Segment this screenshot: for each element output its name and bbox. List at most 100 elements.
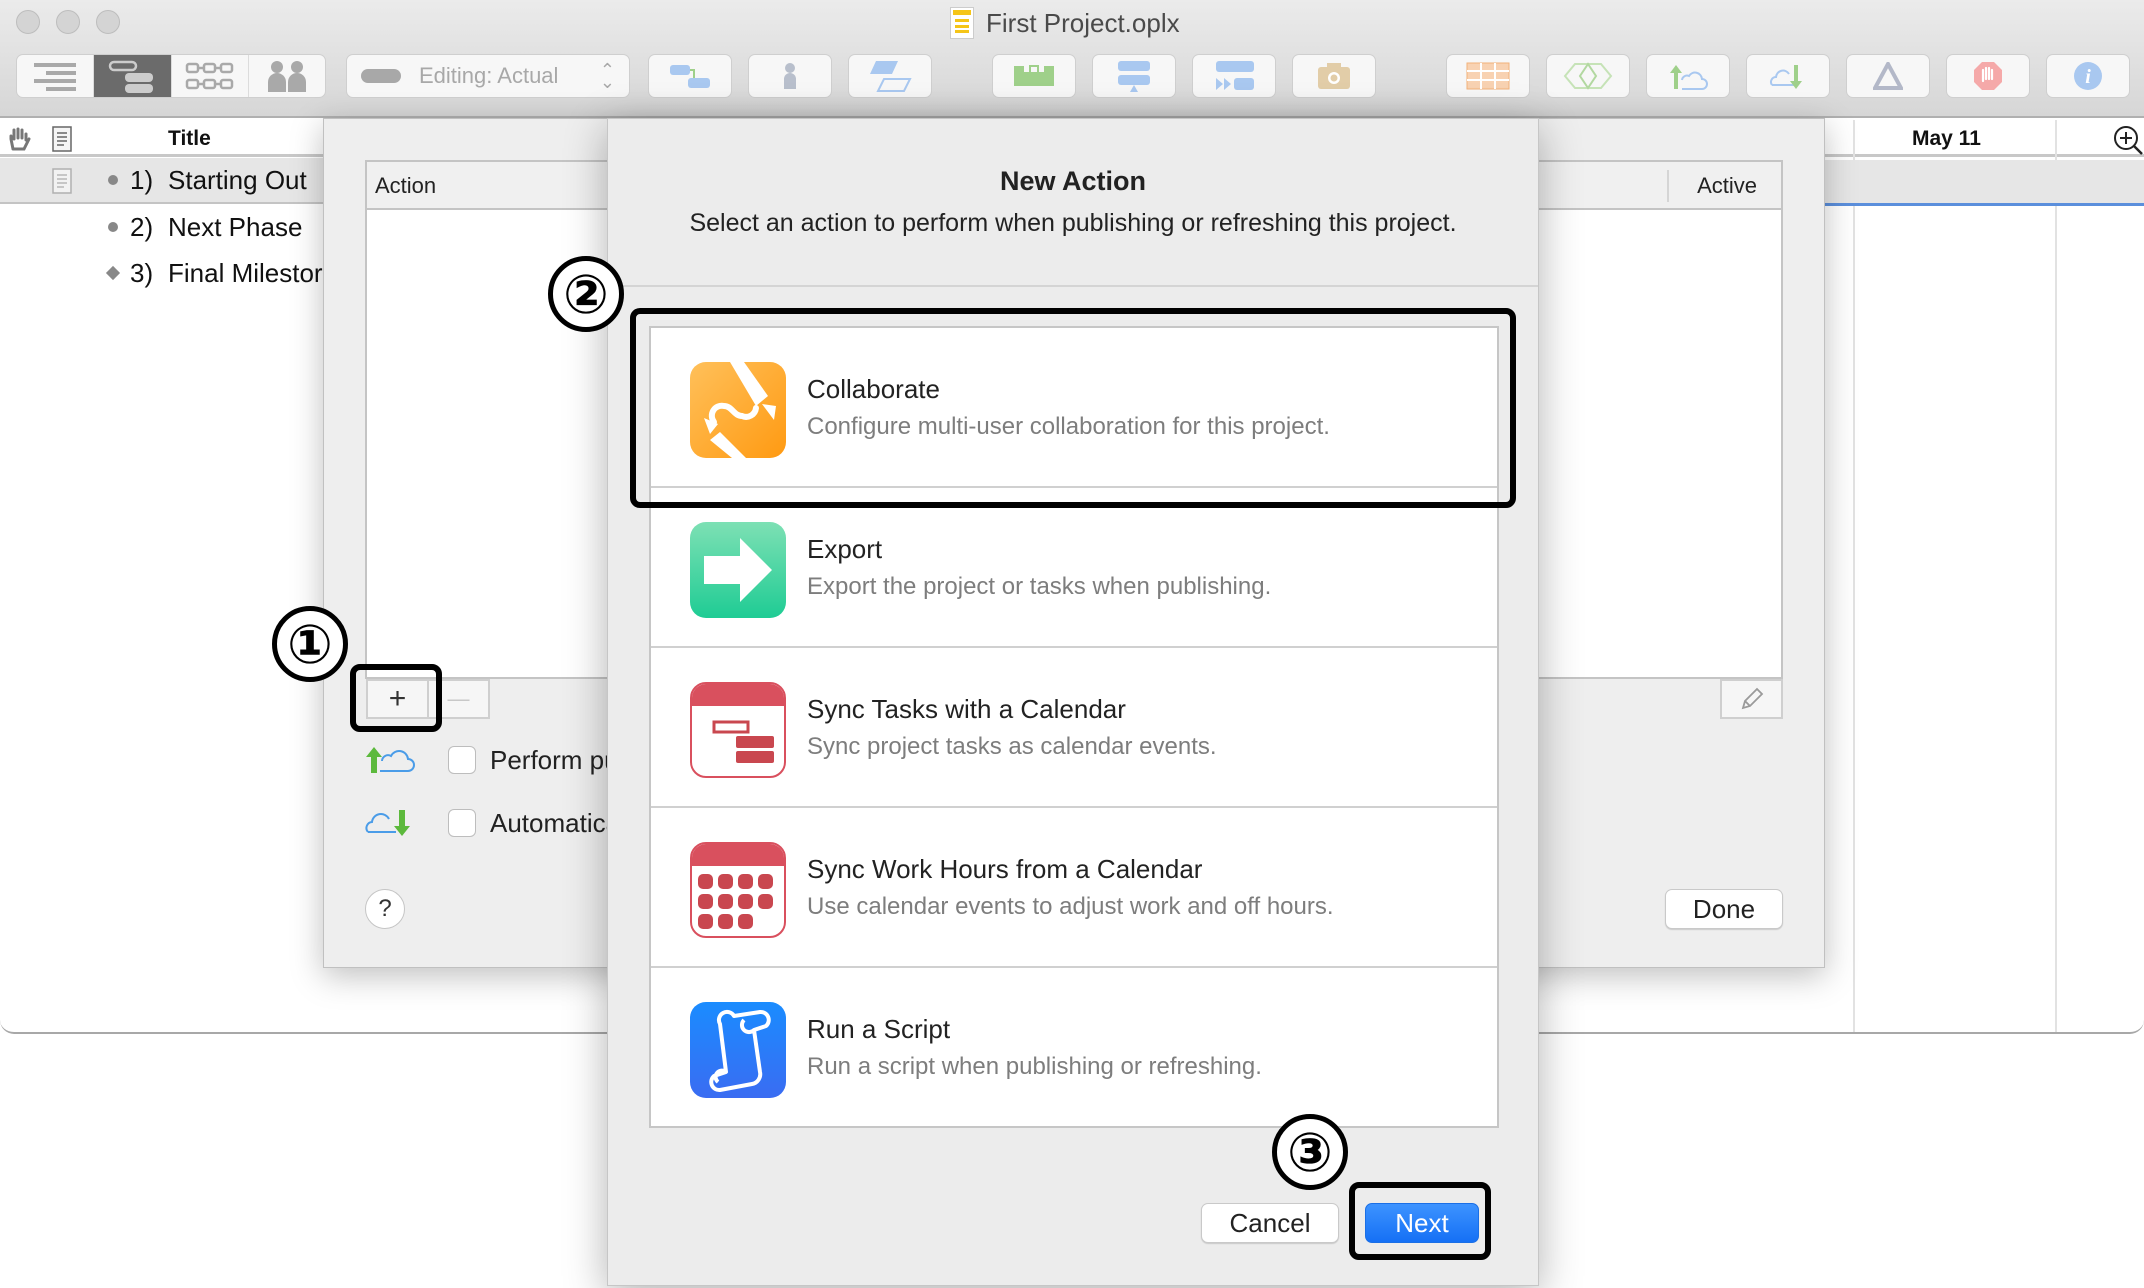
gantt-view-button[interactable] xyxy=(94,55,172,97)
task-icon xyxy=(870,61,912,92)
table-icon xyxy=(1466,62,1510,90)
dialog-subtitle: Select an action to perform when publish… xyxy=(689,209,1457,237)
pencil-icon xyxy=(1741,687,1763,710)
resource-view-button[interactable] xyxy=(249,55,325,97)
refresh-button[interactable] xyxy=(1746,54,1830,98)
add-task-button[interactable] xyxy=(848,54,932,98)
document-icon xyxy=(950,7,974,39)
people-icon xyxy=(267,61,306,92)
action-column-header[interactable]: Action xyxy=(375,173,436,199)
help-button[interactable]: ? xyxy=(365,889,405,929)
close-window-button[interactable] xyxy=(16,10,40,34)
title-column-header[interactable]: Title xyxy=(168,127,211,151)
annotation-step-3: ③ xyxy=(1272,1114,1348,1190)
cloud-download-icon xyxy=(365,810,410,836)
gantt-selected-row xyxy=(1824,160,2144,206)
reschedule-icon xyxy=(1216,61,1254,90)
add-resource-button[interactable] xyxy=(748,54,832,98)
window-title-text: First Project.oplx xyxy=(986,7,1180,38)
action-name: Sync Work Hours from a Calendar xyxy=(807,854,1203,884)
active-column-header[interactable]: Active xyxy=(1697,173,1757,199)
catch-up-button[interactable] xyxy=(1092,54,1176,98)
network-view-button[interactable] xyxy=(172,55,249,97)
outline-view-button[interactable] xyxy=(17,55,95,97)
outline-row-2[interactable]: 2) Next Phase xyxy=(0,204,330,250)
zoom-window-button[interactable] xyxy=(96,10,120,34)
refresh-option-row: Automatica xyxy=(364,805,620,841)
minus-icon: — xyxy=(447,686,470,711)
annotation-step-2: ② xyxy=(548,256,624,332)
script-scroll-icon xyxy=(690,1002,786,1098)
done-button[interactable]: Done xyxy=(1665,889,1783,929)
action-option-run-script[interactable]: Run a Script Run a script when publishin… xyxy=(651,968,1497,1128)
note-column-icon[interactable] xyxy=(52,126,72,152)
note-icon[interactable] xyxy=(52,168,72,194)
diamond-icon xyxy=(1563,62,1613,90)
outline-row-1[interactable]: 1) Starting Out xyxy=(0,158,330,204)
milestone-diamond-icon xyxy=(105,265,121,281)
dialog-divider xyxy=(608,285,1538,287)
inspector-button[interactable]: i xyxy=(2046,54,2130,98)
task-title[interactable]: Next Phase xyxy=(168,212,302,243)
zoom-in-icon[interactable] xyxy=(2112,124,2144,156)
task-title[interactable]: Starting Out xyxy=(168,165,307,196)
camera-icon xyxy=(1318,63,1350,89)
annotation-highlight-add xyxy=(350,664,442,732)
action-description: Run a script when publishing or refreshi… xyxy=(807,1053,1262,1080)
catch-up-icon xyxy=(1118,61,1150,92)
outline-row-3[interactable]: 3) Final Milestor xyxy=(0,250,330,296)
action-name: Run a Script xyxy=(807,1014,951,1044)
gantt-gridline xyxy=(2055,120,2057,1032)
editing-mode-popup[interactable]: Editing: Actual ⌃ ⌄ xyxy=(346,54,630,98)
publish-button[interactable] xyxy=(1646,54,1730,98)
editing-mode-label: Editing: Actual xyxy=(419,63,559,88)
gantt-date-header: May 11 xyxy=(1912,127,1981,150)
cloud-down-icon xyxy=(1770,65,1802,89)
info-icon: i xyxy=(2074,62,2102,90)
window-title: First Project.oplx xyxy=(950,6,1180,40)
action-option-export[interactable]: Export Export the project or tasks when … xyxy=(651,488,1497,648)
cloud-up-icon xyxy=(1670,65,1708,90)
action-option-sync-work-hours[interactable]: Sync Work Hours from a Calendar Use cale… xyxy=(651,808,1497,968)
minimize-window-button[interactable] xyxy=(56,10,80,34)
calendar-grid-icon xyxy=(690,842,786,938)
action-description: Export the project or tasks when publish… xyxy=(807,573,1272,600)
task-bullet-icon xyxy=(108,222,118,232)
stop-button[interactable] xyxy=(1946,54,2030,98)
styles-button[interactable] xyxy=(1446,54,1530,98)
action-name: Export xyxy=(807,534,883,564)
action-description: Sync project tasks as calendar events. xyxy=(807,733,1217,760)
reschedule-button[interactable] xyxy=(1192,54,1276,98)
cancel-button[interactable]: Cancel xyxy=(1201,1203,1339,1243)
action-description: Use calendar events to adjust work and o… xyxy=(807,893,1334,920)
calendar-tasks-icon xyxy=(690,682,786,778)
violations-button[interactable] xyxy=(1846,54,1930,98)
edit-action-button[interactable] xyxy=(1720,679,1783,719)
task-bullet-icon xyxy=(108,175,118,185)
action-name: Sync Tasks with a Calendar xyxy=(807,694,1126,724)
delta-icon xyxy=(1873,62,1903,90)
connect-tasks-button[interactable] xyxy=(648,54,732,98)
dialog-title: New Action xyxy=(999,166,1146,196)
refresh-option-label: Automatica xyxy=(490,807,621,838)
outline-icon xyxy=(34,63,77,91)
gantt-gridline xyxy=(1853,120,1855,1032)
task-number: 2) xyxy=(130,211,154,242)
title-bar: First Project.oplx Editing: Actual ⌃ ⌄ i xyxy=(0,0,2144,118)
action-option-sync-tasks-calendar[interactable]: Sync Tasks with a Calendar Sync project … xyxy=(651,648,1497,808)
chevron-updown-icon: ⌃ ⌄ xyxy=(599,60,615,92)
export-arrow-icon xyxy=(690,522,786,618)
publish-option-label: Perform pu xyxy=(490,744,619,775)
level-resources-button[interactable] xyxy=(992,54,1076,98)
dependency-icon xyxy=(670,65,710,88)
column-separator xyxy=(1667,170,1669,202)
publish-checkbox[interactable] xyxy=(448,746,476,774)
network-icon xyxy=(185,62,233,90)
baseline-snapshot-button[interactable] xyxy=(1292,54,1376,98)
hand-icon xyxy=(9,127,31,151)
refresh-checkbox[interactable] xyxy=(448,809,476,837)
filter-button[interactable] xyxy=(1546,54,1630,98)
task-title[interactable]: Final Milestor xyxy=(168,258,323,289)
view-mode-segmented-control xyxy=(16,54,326,98)
publish-option-row: Perform pu xyxy=(364,742,619,778)
